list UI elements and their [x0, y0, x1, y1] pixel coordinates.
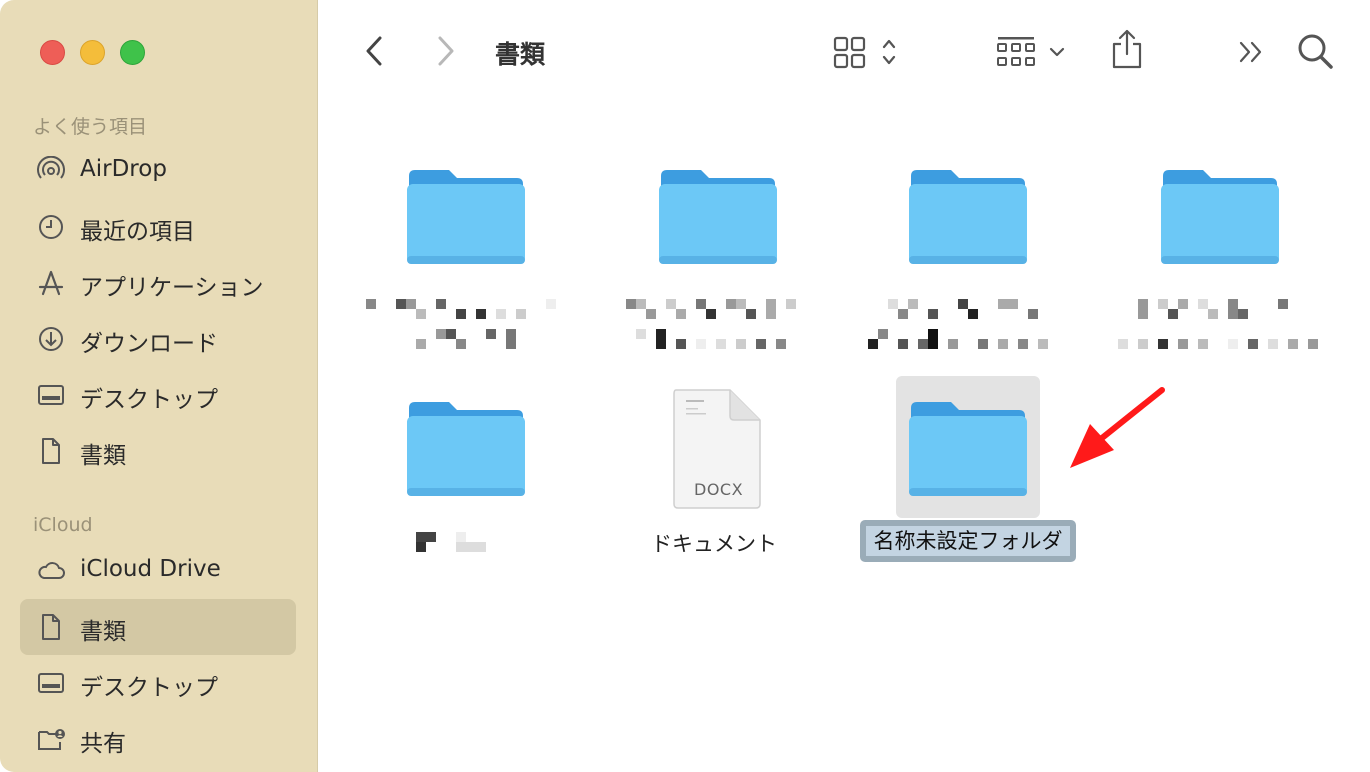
redacted-label: [626, 299, 796, 349]
sidebar-item-airdrop[interactable]: AirDrop: [20, 143, 296, 199]
sidebar-item-label: iCloud Drive: [80, 556, 221, 582]
share-icon[interactable]: [1110, 28, 1144, 70]
sidebar-item-label: デスクトップ: [80, 387, 218, 413]
sidebar-item-desktop[interactable]: デスクトップ: [20, 367, 296, 423]
docx-badge: DOCX: [694, 480, 744, 499]
folder-icon: [407, 170, 525, 264]
sidebar-item-label: アプリケーション: [80, 275, 264, 301]
redacted-label: [366, 299, 556, 349]
clock-icon: [39, 215, 63, 239]
rename-input[interactable]: [866, 526, 1070, 556]
redacted-label: [416, 532, 486, 552]
sidebar-item-label: 書類: [80, 443, 126, 469]
airdrop-icon: [37, 156, 65, 179]
download-icon: [39, 327, 63, 351]
folder-icon: [1161, 170, 1279, 264]
folder-icon: [909, 402, 1027, 496]
close-window-button[interactable]: [40, 40, 65, 65]
sidebar-item-shared[interactable]: 共有: [20, 711, 296, 767]
folder-icon: [407, 402, 525, 496]
applications-icon: [38, 270, 64, 296]
finder-window: よく使う項目 AirDrop 最近の項目 アプリケーション ダウンロード デスク…: [0, 0, 1370, 772]
folder-icon: [909, 170, 1027, 264]
sidebar-item-documents[interactable]: 書類: [20, 423, 296, 479]
grid-view-icon[interactable]: [832, 35, 904, 69]
sidebar-item-label: 最近の項目: [80, 219, 195, 245]
favorites-section-header: よく使う項目: [33, 116, 148, 138]
group-by-icon[interactable]: [996, 35, 1068, 69]
file-label: ドキュメント: [651, 532, 777, 556]
redacted-label: [868, 299, 1048, 349]
zoom-window-button[interactable]: [120, 40, 145, 65]
chevron-right-icon[interactable]: [432, 34, 460, 68]
sidebar-item-applications[interactable]: アプリケーション: [20, 255, 296, 311]
sidebar-item-recents[interactable]: 最近の項目: [20, 199, 296, 255]
sidebar-item-label: 共有: [80, 731, 126, 757]
folder-icon: [659, 170, 777, 264]
chevron-left-icon[interactable]: [360, 34, 388, 68]
window-title: 書類: [495, 40, 546, 69]
sidebar-item-icloud-drive[interactable]: iCloud Drive: [20, 543, 296, 599]
double-chevron-icon[interactable]: [1236, 38, 1268, 66]
desktop-icon: [38, 385, 64, 405]
sidebar-item-label: AirDrop: [80, 156, 167, 182]
desktop-icon: [38, 673, 64, 693]
shared-folder-icon: [38, 729, 65, 750]
sidebar-item-downloads[interactable]: ダウンロード: [20, 311, 296, 367]
document-icon: [42, 438, 60, 464]
sidebar-item-icloud-desktop[interactable]: デスクトップ: [20, 655, 296, 711]
sidebar-item-label: デスクトップ: [80, 675, 218, 701]
sidebar-item-icloud-documents[interactable]: 書類: [20, 599, 296, 655]
search-icon[interactable]: [1296, 32, 1336, 72]
redacted-label: [1118, 299, 1318, 349]
minimize-window-button[interactable]: [80, 40, 105, 65]
document-icon: [42, 614, 60, 640]
sidebar-item-label: ダウンロード: [80, 331, 218, 357]
sidebar-item-label: 書類: [80, 619, 126, 645]
icloud-section-header: iCloud: [33, 514, 93, 536]
cloud-icon: [38, 562, 65, 579]
sidebar: よく使う項目 AirDrop 最近の項目 アプリケーション ダウンロード デスク…: [0, 0, 318, 772]
annotation-arrow-icon: [1070, 387, 1165, 468]
